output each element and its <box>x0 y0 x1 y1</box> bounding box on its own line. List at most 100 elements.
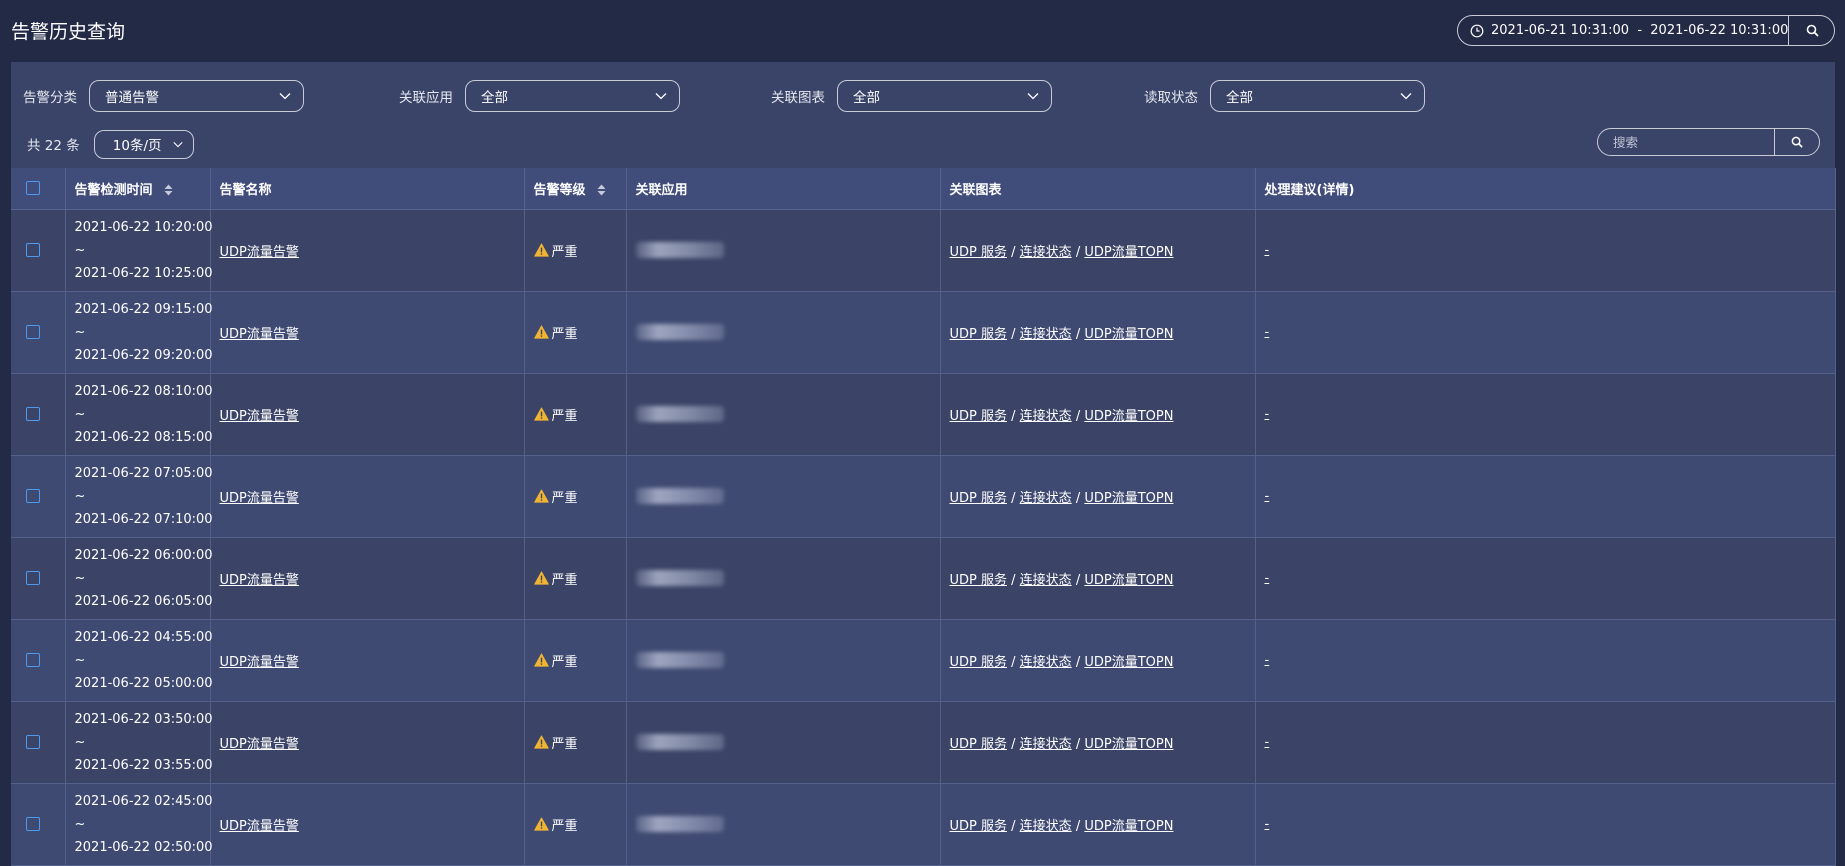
table-row: 2021-06-22 02:45:00 ~ 2021-06-22 02:50:0… <box>11 783 1836 866</box>
suggestion-cell: - <box>1255 455 1836 538</box>
row-checkbox[interactable] <box>26 407 40 421</box>
select-all-checkbox[interactable] <box>26 181 40 196</box>
suggestion-link[interactable]: - <box>1265 407 1270 422</box>
related-chart-select[interactable]: 全部 <box>837 80 1052 112</box>
alert-name-link[interactable]: UDP流量告警 <box>220 491 299 506</box>
end-time: 2021-06-22 05:00:00 <box>74 675 213 691</box>
separator: / <box>1011 736 1016 752</box>
header-alert-level[interactable]: 告警等级 <box>524 168 627 210</box>
row-select-cell <box>11 373 66 456</box>
header-related-chart: 关联图表 <box>940 168 1256 210</box>
suggestion-link[interactable]: - <box>1265 243 1270 258</box>
row-checkbox[interactable] <box>26 489 40 503</box>
alert-level-text: 严重 <box>551 408 578 424</box>
chart-link-udp-topn[interactable]: UDP流量TOPN <box>1084 573 1173 588</box>
separator: / <box>1011 572 1016 588</box>
alert-level-text: 严重 <box>551 654 578 670</box>
end-time: 2021-06-22 07:10:00 <box>74 511 213 527</box>
related-app-cell <box>626 373 941 456</box>
chart-link-udp-service[interactable]: UDP 服务 <box>950 819 1008 834</box>
related-app-select[interactable]: 全部 <box>465 80 680 112</box>
chart-link-connection-state[interactable]: 连接状态 <box>1020 409 1072 424</box>
alert-level-cell: 严重 <box>524 537 627 620</box>
search-button[interactable] <box>1774 129 1819 155</box>
date-range-search-button[interactable] <box>1788 16 1834 45</box>
suggestion-link[interactable]: - <box>1265 489 1270 504</box>
filter-read-status: 读取状态 全部 <box>1144 80 1425 112</box>
row-checkbox[interactable] <box>26 817 40 831</box>
chart-link-udp-topn[interactable]: UDP流量TOPN <box>1084 409 1173 424</box>
chart-link-udp-topn[interactable]: UDP流量TOPN <box>1084 327 1173 342</box>
time-separator: ~ <box>74 242 86 258</box>
alert-name-link[interactable]: UDP流量告警 <box>220 737 299 752</box>
chart-link-udp-service[interactable]: UDP 服务 <box>950 491 1008 506</box>
chart-link-udp-topn[interactable]: UDP流量TOPN <box>1084 245 1173 260</box>
suggestion-link[interactable]: - <box>1265 325 1270 340</box>
chart-link-udp-service[interactable]: UDP 服务 <box>950 655 1008 670</box>
separator: / <box>1075 408 1081 424</box>
alert-name-link[interactable]: UDP流量告警 <box>220 573 299 588</box>
alert-name-link[interactable]: UDP流量告警 <box>220 327 299 342</box>
chart-link-connection-state[interactable]: 连接状态 <box>1020 819 1072 834</box>
related-chart-cell: UDP 服务 / 连接状态 / UDP流量TOPN <box>940 783 1256 866</box>
search-icon <box>1791 136 1803 148</box>
sort-icon[interactable] <box>164 184 173 196</box>
chart-link-connection-state[interactable]: 连接状态 <box>1020 573 1072 588</box>
row-checkbox[interactable] <box>26 653 40 667</box>
date-range-picker[interactable]: 2021-06-21 10:31:00 - 2021-06-22 10:31:0… <box>1457 15 1835 46</box>
chart-link-udp-service[interactable]: UDP 服务 <box>950 737 1008 752</box>
page-size-select[interactable]: 10条/页 <box>93 129 194 159</box>
chart-link-udp-service[interactable]: UDP 服务 <box>950 245 1008 260</box>
chart-link-connection-state[interactable]: 连接状态 <box>1020 245 1072 260</box>
suggestion-cell: - <box>1255 619 1836 702</box>
chart-link-connection-state[interactable]: 连接状态 <box>1020 737 1072 752</box>
start-time: 2021-06-22 10:20:00 <box>74 219 213 235</box>
page-title: 告警历史查询 <box>11 21 126 43</box>
related-chart-cell: UDP 服务 / 连接状态 / UDP流量TOPN <box>940 209 1256 292</box>
redacted-app-name <box>635 570 724 586</box>
alert-table: 告警检测时间 告警名称 告警等级 关联应用 关联图表 处理建议(详情) 2021… <box>11 168 1836 866</box>
alert-name-link[interactable]: UDP流量告警 <box>220 409 299 424</box>
suggestion-link[interactable]: - <box>1265 817 1270 832</box>
suggestion-cell: - <box>1255 783 1836 866</box>
alert-name-link[interactable]: UDP流量告警 <box>220 655 299 670</box>
row-checkbox[interactable] <box>26 571 40 585</box>
search-input[interactable] <box>1598 129 1774 155</box>
row-checkbox[interactable] <box>26 243 40 257</box>
total-count: 共 22 条 <box>27 138 80 154</box>
suggestion-link[interactable]: - <box>1265 735 1270 750</box>
top-bar: 告警历史查询 2021-06-21 10:31:00 - 2021-06-22 … <box>0 0 1845 62</box>
suggestion-link[interactable]: - <box>1265 571 1270 586</box>
row-checkbox[interactable] <box>26 325 40 339</box>
time-separator: ~ <box>74 652 86 668</box>
alert-name-link[interactable]: UDP流量告警 <box>220 245 299 260</box>
date-range-text[interactable]: 2021-06-21 10:31:00 - 2021-06-22 10:31:0… <box>1491 23 1788 38</box>
chart-link-connection-state[interactable]: 连接状态 <box>1020 491 1072 506</box>
alert-name-cell: UDP流量告警 <box>210 701 525 784</box>
column-header-label: 告警等级 <box>533 182 586 198</box>
end-time: 2021-06-22 03:55:00 <box>74 757 213 773</box>
alert-category-select[interactable]: 普通告警 <box>89 80 304 112</box>
chart-link-connection-state[interactable]: 连接状态 <box>1020 327 1072 342</box>
chart-link-udp-topn[interactable]: UDP流量TOPN <box>1084 819 1173 834</box>
chart-link-connection-state[interactable]: 连接状态 <box>1020 655 1072 670</box>
separator: / <box>1075 736 1081 752</box>
sort-icon[interactable] <box>597 184 606 196</box>
header-detect-time[interactable]: 告警检测时间 <box>65 168 211 210</box>
start-time: 2021-06-22 07:05:00 <box>74 465 213 481</box>
chart-link-udp-service[interactable]: UDP 服务 <box>950 573 1008 588</box>
chart-link-udp-topn[interactable]: UDP流量TOPN <box>1084 655 1173 670</box>
filter-label: 读取状态 <box>1144 90 1198 106</box>
chart-link-udp-topn[interactable]: UDP流量TOPN <box>1084 737 1173 752</box>
chart-link-udp-service[interactable]: UDP 服务 <box>950 327 1008 342</box>
row-checkbox[interactable] <box>26 735 40 749</box>
start-time: 2021-06-22 03:50:00 <box>74 711 213 727</box>
chart-link-udp-topn[interactable]: UDP流量TOPN <box>1084 491 1173 506</box>
warning-icon <box>533 653 549 667</box>
read-status-select[interactable]: 全部 <box>1210 80 1425 112</box>
chevron-down-icon <box>655 93 667 100</box>
suggestion-link[interactable]: - <box>1265 653 1270 668</box>
chart-link-udp-service[interactable]: UDP 服务 <box>950 409 1008 424</box>
alert-name-link[interactable]: UDP流量告警 <box>220 819 299 834</box>
end-time: 2021-06-22 06:05:00 <box>74 593 213 609</box>
